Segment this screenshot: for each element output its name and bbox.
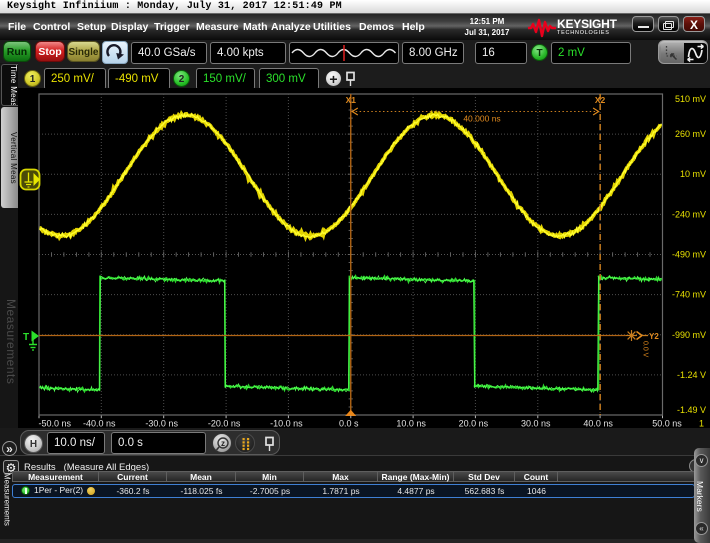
svg-text:T: T [23,332,29,343]
svg-text:40.0 ns: 40.0 ns [583,419,613,429]
svg-text:-240 mV: -240 mV [672,209,706,219]
svg-text:-20.0 ns: -20.0 ns [208,419,241,429]
svg-text:-50.0 ns: -50.0 ns [39,419,72,429]
svg-text:30.0 ns: 30.0 ns [521,419,551,429]
svg-text:X2: X2 [595,95,606,105]
svg-text:Y2: Y2 [649,332,659,341]
svg-text:-30.0 ns: -30.0 ns [145,419,178,429]
svg-text:X1: X1 [346,95,357,105]
svg-text:-1.24 V: -1.24 V [677,370,706,380]
svg-text:0.0 V: 0.0 V [642,341,649,358]
svg-text:20.0 ns: 20.0 ns [459,419,489,429]
svg-text:260 mV: 260 mV [675,129,706,139]
svg-text:-490 mV: -490 mV [672,250,706,260]
svg-text:0.0 s: 0.0 s [339,419,359,429]
svg-text:-740 mV: -740 mV [672,290,706,300]
svg-text:z: z [221,439,225,448]
svg-text:1: 1 [699,419,704,429]
svg-text:-40.0 ns: -40.0 ns [83,419,116,429]
svg-text:10 mV: 10 mV [680,169,706,179]
svg-text:10.0 ns: 10.0 ns [396,419,426,429]
svg-text:50.0 ns: 50.0 ns [652,419,682,429]
svg-text:40.000 ns: 40.000 ns [463,114,500,124]
svg-text:-1.49 V: -1.49 V [677,405,706,415]
svg-text:-10.0 ns: -10.0 ns [270,419,303,429]
svg-text:-990 mV: -990 mV [672,330,706,340]
svg-text:510 mV: 510 mV [675,94,706,104]
